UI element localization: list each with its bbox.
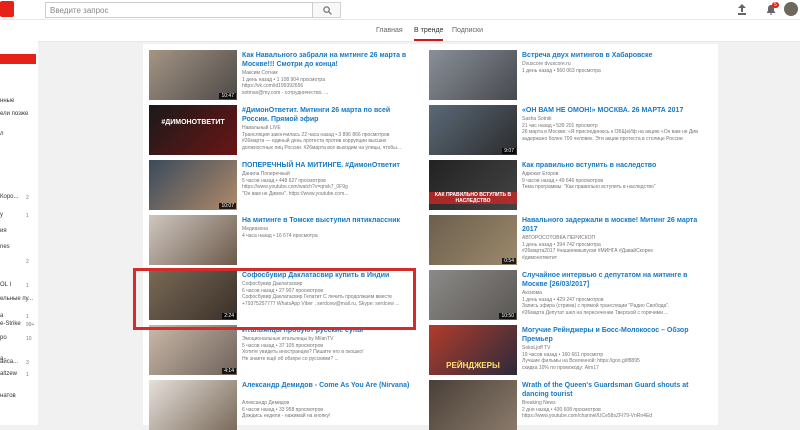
search-icon <box>323 6 332 15</box>
video-description: https://www.youtube.com/channel/UCe58sZF… <box>522 413 653 419</box>
video-description: Дождись недели - нажимай на кнопку! <box>242 413 331 419</box>
search-button[interactable] <box>313 2 341 18</box>
tab-trending[interactable]: В тренде <box>414 27 444 41</box>
highlight-box <box>133 268 416 330</box>
video-thumbnail[interactable]: 9:07 <box>429 105 517 155</box>
upload-icon[interactable] <box>737 4 747 15</box>
video-thumbnail[interactable]: 0:54 <box>429 215 517 265</box>
video-card[interactable]: На митинге в Томске выступил пятиклассни… <box>143 209 423 265</box>
sidebar-item-count: 2 <box>26 195 29 201</box>
top-bar: Введите запрос 5 <box>0 0 800 20</box>
video-thumbnail[interactable] <box>429 380 517 430</box>
sidebar-item-count: 3 <box>26 360 29 366</box>
video-title[interactable]: ПОПЕРЕЧНЫЙ НА МИТИНГЕ. #ДимонОтветит <box>242 161 418 170</box>
sidebar-item[interactable]: натов <box>0 393 16 399</box>
sidebar-item[interactable]: а <box>0 313 3 319</box>
video-thumbnail[interactable]: 4:14 <box>149 325 237 375</box>
sidebar-item[interactable]: л <box>0 131 4 137</box>
video-description: Тема программы: "Как правильно вступить … <box>522 184 656 190</box>
video-description: скидка 10% по промокоду: Aim17 <box>522 364 599 371</box>
sidebar-item[interactable]: айса... <box>0 359 18 365</box>
video-title[interactable]: Могучие Рейнджеры и Босс-Молокосос – Обз… <box>522 326 698 344</box>
video-description: #димонответит <box>522 254 558 261</box>
video-description: должностных лиц России. #26марта все вых… <box>242 144 401 151</box>
video-title[interactable]: Навального задержали в москве! Митинг 26… <box>522 216 698 234</box>
sidebar-item[interactable]: ия <box>0 228 7 234</box>
video-thumbnail[interactable] <box>429 50 517 100</box>
video-stats: 1 день назад • 560 063 просмотра <box>522 67 601 74</box>
youtube-logo-icon[interactable] <box>0 1 14 17</box>
search-input[interactable]: Введите запрос <box>45 2 313 18</box>
sidebar-item-count: 2 <box>26 259 29 265</box>
video-card[interactable]: РЕЙНДЖЕРЫ Могучие Рейнджеры и Босс-Молоко… <box>423 319 703 375</box>
video-card[interactable]: Wrath of the Queen's Guardsman Guard sho… <box>423 374 703 430</box>
video-thumbnail[interactable]: 10:50 <box>429 270 517 320</box>
video-title[interactable]: «ОН ВАМ НЕ ОМОН!» МОСКВА. 26 МАРТА 2017 <box>522 106 698 115</box>
video-description: sotmax@my.com - сотрудничество. ... <box>242 89 329 96</box>
thumbnail-overlay-text: КАК ПРАВИЛЬНО ВСТУПИТЬ В НАСЛЕДСТВО <box>429 192 517 204</box>
video-card[interactable]: Александр Демидов - Come As You Are (Nir… <box>143 374 423 430</box>
video-card[interactable]: Встреча двух митингов в Хабаровске Dvusco… <box>423 44 703 100</box>
video-description: Не знаете ещё об обзоре со русскими? ... <box>242 355 339 362</box>
sidebar: нные ели позже л Коро... 2 y 1 ия nes 2 OL I 1 ельны… <box>0 20 38 425</box>
video-thumbnail[interactable]: 10:47 <box>149 50 237 100</box>
sidebar-item[interactable]: altzew <box>0 371 17 377</box>
video-description: задержано более 700 человек. Эти акции п… <box>522 135 683 142</box>
avatar[interactable] <box>784 2 798 16</box>
video-thumbnail[interactable]: КАК ПРАВИЛЬНО ВСТУПИТЬ В НАСЛЕДСТВО <box>429 160 517 210</box>
video-card[interactable]: 9:07 «ОН ВАМ НЕ ОМОН!» МОСКВА. 26 МАРТА 2… <box>423 99 703 155</box>
video-title[interactable]: Как Навального забрали на митинге 26 мар… <box>242 51 418 69</box>
tab-subscriptions[interactable]: Подписки <box>452 27 483 34</box>
video-thumbnail[interactable]: РЕЙНДЖЕРЫ <box>429 325 517 375</box>
sidebar-item-count: 1 <box>26 314 29 320</box>
video-description: #26марта Депутат шел на пересечении Твер… <box>522 309 669 316</box>
video-title[interactable]: Встреча двух митингов в Хабаровске <box>522 51 698 60</box>
video-title[interactable]: Александр Демидов - Come As You Are (Nir… <box>242 381 418 390</box>
video-thumbnail[interactable]: #ДИМОНОТВЕТИТ <box>149 105 237 155</box>
thumbnail-overlay-text: #ДИМОНОТВЕТИТ <box>161 119 225 126</box>
video-title[interactable]: На митинге в Томске выступил пятиклассни… <box>242 216 418 225</box>
sidebar-item-count: 99+ <box>26 322 35 328</box>
video-title[interactable]: #ДимонОтветит. Митинги 26 марта по всей … <box>242 106 418 124</box>
sidebar-item[interactable]: nes <box>0 244 10 250</box>
sidebar-item[interactable]: ро <box>0 335 7 341</box>
sidebar-item[interactable]: y <box>0 212 3 218</box>
video-card[interactable]: 10:07 ПОПЕРЕЧНЫЙ НА МИТИНГЕ. #ДимонОтвети… <box>143 154 423 210</box>
video-stats: 4 часа назад • 16 674 просмотра <box>242 232 318 239</box>
video-title[interactable]: Как правильно вступить в наследство <box>522 161 698 170</box>
sidebar-item[interactable]: нные <box>0 98 14 104</box>
video-thumbnail[interactable]: 10:07 <box>149 160 237 210</box>
sidebar-item[interactable]: e-Strike <box>0 321 21 327</box>
video-title[interactable]: Случайное интервью с депутатом на митинг… <box>522 271 698 289</box>
tab-home[interactable]: Главная <box>376 27 403 34</box>
video-card[interactable]: 0:54 Навального задержали в москве! Митин… <box>423 209 703 265</box>
video-card[interactable]: 10:47 Как Навального забрали на митинге 2… <box>143 44 423 100</box>
video-card[interactable]: КАК ПРАВИЛЬНО ВСТУПИТЬ В НАСЛЕДСТВО Как п… <box>423 154 703 210</box>
video-thumbnail[interactable] <box>149 215 237 265</box>
video-title[interactable]: Wrath of the Queen's Guardsman Guard sho… <box>522 381 698 399</box>
sidebar-active-marker <box>0 54 36 64</box>
sidebar-item[interactable]: Коро... <box>0 194 19 200</box>
sidebar-item[interactable]: ельные пу... <box>0 296 33 302</box>
sidebar-item-count: 1 <box>26 213 29 219</box>
notification-badge: 5 <box>772 2 779 8</box>
video-thumbnail[interactable] <box>149 380 237 430</box>
video-card[interactable]: 10:50 Случайное интервью с депутатом на м… <box>423 264 703 320</box>
feed-tabs: Главная В тренде Подписки <box>38 20 800 42</box>
sidebar-item-count: 10 <box>26 336 32 342</box>
sidebar-item-count: 1 <box>26 372 29 378</box>
sidebar-item[interactable]: ели позже <box>0 111 28 117</box>
video-card[interactable]: #ДИМОНОТВЕТИТ #ДимонОтветит. Митинги 26 м… <box>143 99 423 155</box>
sidebar-item[interactable]: OL I <box>0 282 11 288</box>
video-description: "Он вам не Димон". https://www.youtube.c… <box>242 190 349 197</box>
thumbnail-overlay-text: РЕЙНДЖЕРЫ <box>446 361 500 370</box>
video-feed: 10:47 Как Навального забрали на митинге 2… <box>143 44 718 430</box>
sidebar-item-count: 1 <box>26 283 29 289</box>
